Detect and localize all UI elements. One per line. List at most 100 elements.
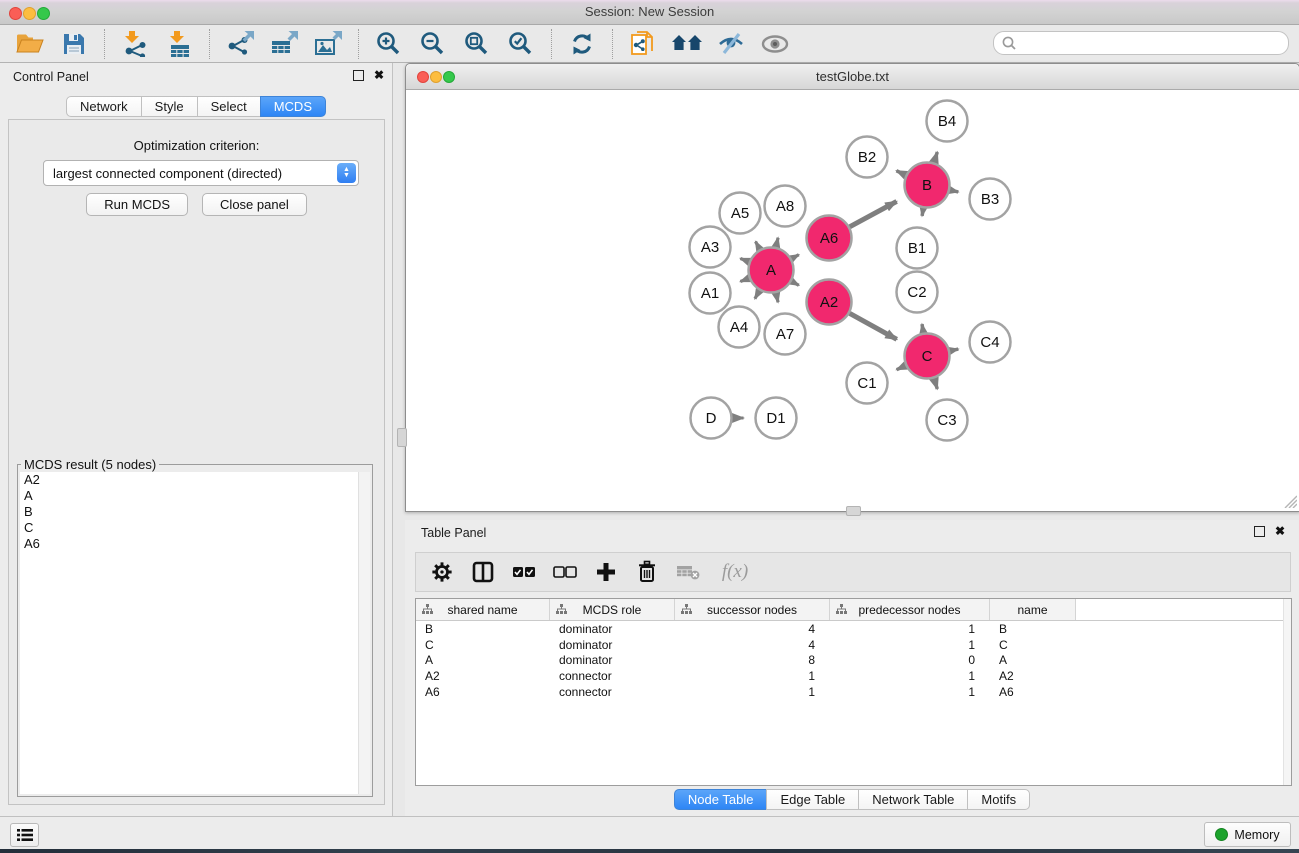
graph-node-C[interactable]: C: [905, 334, 950, 379]
graph-node-A1[interactable]: A1: [690, 273, 731, 314]
table-cell[interactable]: 1: [830, 685, 990, 699]
graph-edge-C-C2[interactable]: [922, 324, 923, 333]
table-cell[interactable]: 0: [830, 653, 990, 667]
tab-edge-table[interactable]: Edge Table: [766, 789, 859, 810]
graph-node-A2[interactable]: A2: [807, 280, 852, 325]
graph-node-B4[interactable]: B4: [927, 101, 968, 142]
search-input[interactable]: [1020, 33, 1288, 53]
close-panel-button[interactable]: Close panel: [202, 193, 307, 216]
table-cell[interactable]: A6: [416, 685, 550, 699]
tab-network-table[interactable]: Network Table: [858, 789, 968, 810]
graph-edge-A-A5[interactable]: [756, 242, 760, 250]
graph-edge-A-A7[interactable]: [776, 293, 778, 302]
table-cell[interactable]: C: [416, 638, 550, 652]
delete-table-button[interactable]: [674, 557, 702, 587]
graph-node-A4[interactable]: A4: [719, 307, 760, 348]
graph-node-A5[interactable]: A5: [720, 193, 761, 234]
graph-edge-B-B1[interactable]: [922, 208, 923, 216]
zoom-selected-button[interactable]: [504, 29, 538, 59]
table-row[interactable]: Cdominator41C: [416, 637, 1291, 653]
graph-node-A6[interactable]: A6: [807, 216, 852, 261]
zoom-fit-button[interactable]: [460, 29, 494, 59]
table-cell[interactable]: A6: [990, 685, 1076, 699]
table-cell[interactable]: connector: [550, 685, 675, 699]
table-cell[interactable]: 4: [675, 622, 830, 636]
tab-node-table[interactable]: Node Table: [674, 789, 768, 810]
table-row[interactable]: A2connector11A2: [416, 668, 1291, 684]
mcds-result-list[interactable]: A2ABCA6: [20, 472, 370, 794]
graph-edge-A-A2[interactable]: [792, 281, 799, 285]
network-canvas[interactable]: B4B2BB3A5A8A6B1A3AA1C2A2A4A7CC4C1C3DD1: [406, 90, 1299, 510]
table-cell[interactable]: 1: [675, 669, 830, 683]
graph-node-B1[interactable]: B1: [897, 228, 938, 269]
column-header-MCDS-role[interactable]: MCDS role: [550, 599, 675, 620]
graph-edge-A6-B[interactable]: [850, 201, 897, 226]
graph-node-A8[interactable]: A8: [765, 186, 806, 227]
mcds-result-item[interactable]: A: [20, 488, 370, 504]
graph-node-C1[interactable]: C1: [847, 363, 888, 404]
run-mcds-button[interactable]: Run MCDS: [86, 193, 188, 216]
graph-edge-A2-C[interactable]: [850, 313, 897, 339]
bottom-splitter-grip[interactable]: [846, 506, 861, 516]
table-cell[interactable]: A: [990, 653, 1076, 667]
table-settings-button[interactable]: [428, 557, 456, 587]
table-cell[interactable]: dominator: [550, 653, 675, 667]
save-session-button[interactable]: [57, 29, 91, 59]
network-window-titlebar[interactable]: testGlobe.txt: [406, 64, 1299, 90]
graph-node-B2[interactable]: B2: [847, 137, 888, 178]
tab-mcds[interactable]: MCDS: [260, 96, 326, 117]
table-cell[interactable]: 8: [675, 653, 830, 667]
column-header-name[interactable]: name: [990, 599, 1076, 620]
table-cell[interactable]: dominator: [550, 622, 675, 636]
graph-edge-A-A4[interactable]: [755, 290, 760, 298]
close-panel-icon[interactable]: ✖: [374, 70, 384, 81]
table-cell[interactable]: 1: [675, 685, 830, 699]
column-header-predecessor-nodes[interactable]: predecessor nodes: [830, 599, 990, 620]
add-column-button[interactable]: [592, 557, 620, 587]
zoom-out-button[interactable]: [416, 29, 450, 59]
graph-node-D1[interactable]: D1: [756, 398, 797, 439]
table-float-panel-icon[interactable]: [1254, 526, 1265, 537]
graph-node-A7[interactable]: A7: [765, 314, 806, 355]
graph-edge-A-A3[interactable]: [740, 258, 749, 261]
column-header-successor-nodes[interactable]: successor nodes: [675, 599, 830, 620]
table-cell[interactable]: A2: [416, 669, 550, 683]
tab-select[interactable]: Select: [197, 96, 261, 117]
table-close-panel-icon[interactable]: ✖: [1275, 526, 1285, 537]
float-panel-icon[interactable]: [353, 70, 364, 81]
table-cell[interactable]: A: [416, 653, 550, 667]
open-session-button[interactable]: [13, 29, 47, 59]
graph-edge-A-A6[interactable]: [792, 255, 799, 259]
graph-node-B[interactable]: B: [905, 163, 950, 208]
resize-grip-icon[interactable]: [1279, 490, 1297, 508]
table-row[interactable]: Adominator80A: [416, 653, 1291, 669]
table-cell[interactable]: A2: [990, 669, 1076, 683]
mcds-result-item[interactable]: C: [20, 520, 370, 536]
graph-node-A[interactable]: A: [749, 248, 794, 293]
table-row[interactable]: A6connector11A6: [416, 684, 1291, 700]
zoom-in-button[interactable]: [372, 29, 406, 59]
graph-edge-C-C3[interactable]: [934, 378, 937, 389]
network-graph[interactable]: B4B2BB3A5A8A6B1A3AA1C2A2A4A7CC4C1C3DD1: [406, 90, 1297, 510]
graph-node-C3[interactable]: C3: [927, 400, 968, 441]
mcds-result-item[interactable]: A2: [20, 472, 370, 488]
graph-node-A3[interactable]: A3: [690, 227, 731, 268]
delete-column-button[interactable]: [633, 557, 661, 587]
graph-edge-B-B2[interactable]: [896, 171, 905, 175]
mcds-list-scrollbar[interactable]: [358, 472, 370, 794]
table-cell[interactable]: 1: [830, 669, 990, 683]
table-cell[interactable]: dominator: [550, 638, 675, 652]
import-table-button[interactable]: [162, 29, 196, 59]
table-cell[interactable]: 1: [830, 622, 990, 636]
left-splitter-grip[interactable]: [397, 428, 407, 447]
export-image-button[interactable]: [311, 29, 345, 59]
mcds-result-item[interactable]: B: [20, 504, 370, 520]
mcds-result-item[interactable]: A6: [20, 536, 370, 552]
memory-button[interactable]: Memory: [1204, 822, 1291, 847]
graph-edge-A-A1[interactable]: [740, 278, 749, 281]
table-cell[interactable]: B: [416, 622, 550, 636]
optimization-criterion-dropdown[interactable]: largest connected component (directed) ▲…: [43, 160, 359, 186]
table-cell[interactable]: connector: [550, 669, 675, 683]
hide-selected-button[interactable]: [714, 29, 748, 59]
graph-node-C4[interactable]: C4: [970, 322, 1011, 363]
